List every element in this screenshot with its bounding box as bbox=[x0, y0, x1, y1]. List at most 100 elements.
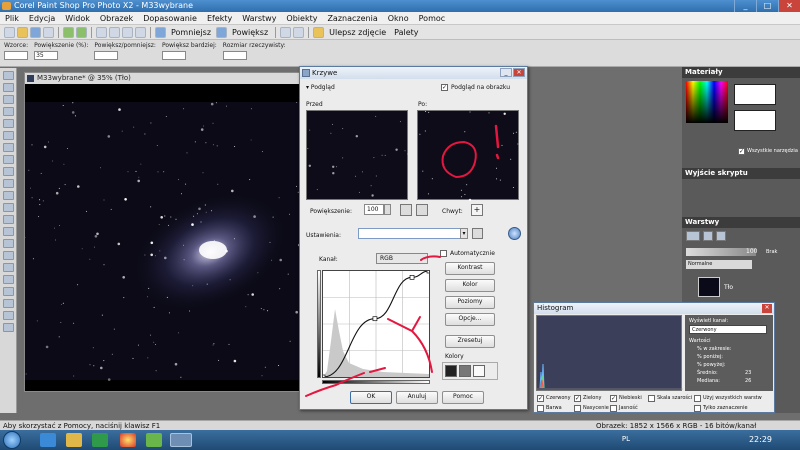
all-layers-checkbox[interactable] bbox=[694, 395, 701, 402]
paste-icon[interactable] bbox=[122, 26, 133, 38]
chrome-icon[interactable] bbox=[120, 433, 136, 447]
pen-tool-icon[interactable] bbox=[3, 275, 14, 284]
delete-icon[interactable] bbox=[135, 26, 146, 38]
zoom-in-out-buttons[interactable] bbox=[94, 51, 119, 60]
close-button[interactable]: ✕ bbox=[778, 0, 800, 12]
grayscale-checkbox[interactable] bbox=[648, 395, 655, 402]
menu-help[interactable]: Pomoc bbox=[414, 12, 451, 25]
in-range-label: % w zakresie: bbox=[697, 346, 732, 352]
presets-label: Wzorce: bbox=[4, 42, 29, 49]
straighten-tool-icon[interactable] bbox=[3, 143, 14, 152]
browser-icon[interactable] bbox=[40, 433, 56, 447]
language-indicator[interactable]: PL bbox=[622, 435, 630, 443]
minimize-button[interactable]: _ bbox=[734, 0, 756, 12]
menu-objects[interactable]: Obiekty bbox=[281, 12, 322, 25]
presets-dropdown[interactable] bbox=[4, 51, 28, 60]
zoom-out-button[interactable]: Pomniejsz bbox=[168, 28, 214, 37]
open-folder-icon[interactable] bbox=[17, 26, 28, 38]
new-file-icon[interactable] bbox=[4, 26, 15, 38]
saturation-checkbox[interactable] bbox=[574, 405, 581, 412]
histogram-title-bar[interactable]: Histogram ✕ bbox=[534, 303, 774, 314]
text-tool-icon[interactable] bbox=[3, 251, 14, 260]
zoom-in-out-label: Powiększ/pomniejsz: bbox=[94, 42, 156, 49]
all-tools-label: Wszystkie narzędzia bbox=[747, 148, 798, 154]
delete-layer-icon[interactable] bbox=[716, 231, 726, 241]
selection-tool-icon[interactable] bbox=[3, 107, 14, 116]
messenger-icon[interactable] bbox=[146, 433, 162, 447]
cut-icon[interactable] bbox=[96, 26, 107, 38]
menu-window[interactable]: Okno bbox=[383, 12, 414, 25]
menu-bar: Plik Edycja Widok Obrazek Dopasowanie Ef… bbox=[0, 12, 800, 25]
image-canvas[interactable] bbox=[25, 84, 311, 391]
crop-tool-icon[interactable] bbox=[3, 131, 14, 140]
pan-tool-icon[interactable] bbox=[3, 71, 14, 80]
enhance-photo-button[interactable]: Ulepsz zdjęcie bbox=[326, 28, 389, 37]
paintshop-task-icon[interactable] bbox=[170, 433, 192, 447]
background-color-swatch[interactable] bbox=[734, 110, 776, 131]
menu-image[interactable]: Obrazek bbox=[95, 12, 138, 25]
view-icon[interactable] bbox=[280, 26, 292, 38]
start-button[interactable] bbox=[3, 431, 21, 449]
redo-icon[interactable] bbox=[76, 26, 87, 38]
makeover-tool-icon[interactable] bbox=[3, 167, 14, 176]
layer-thumbnail[interactable] bbox=[698, 277, 720, 297]
green-checkbox[interactable]: ✓ bbox=[574, 395, 581, 402]
zoom-more-button[interactable] bbox=[161, 51, 186, 60]
menu-layers[interactable]: Warstwy bbox=[237, 12, 281, 25]
menu-edit[interactable]: Edycja bbox=[24, 12, 60, 25]
shape-tool-icon[interactable] bbox=[3, 263, 14, 272]
menu-adjust[interactable]: Dopasowanie bbox=[138, 12, 202, 25]
pick-tool-icon[interactable] bbox=[3, 83, 14, 92]
menu-effects[interactable]: Efekty bbox=[202, 12, 237, 25]
hue-checkbox[interactable] bbox=[537, 405, 544, 412]
clone-tool-icon[interactable] bbox=[3, 179, 14, 188]
menu-file[interactable]: Plik bbox=[0, 12, 24, 25]
smart-carver-icon[interactable] bbox=[3, 323, 14, 332]
mesh-warp-icon[interactable] bbox=[3, 299, 14, 308]
new-layer-icon[interactable] bbox=[686, 231, 700, 241]
save-icon[interactable] bbox=[30, 26, 41, 38]
paint-brush-icon[interactable] bbox=[3, 191, 14, 200]
red-eye-tool-icon[interactable] bbox=[3, 155, 14, 164]
lighten-darken-icon[interactable] bbox=[3, 215, 14, 224]
app-icon bbox=[2, 2, 11, 10]
fill-tool-icon[interactable] bbox=[3, 239, 14, 248]
blue-label: Niebieski bbox=[619, 395, 642, 401]
all-tools-checkbox[interactable]: ✓ bbox=[738, 148, 745, 155]
red-checkbox[interactable]: ✓ bbox=[537, 395, 544, 402]
folder-icon[interactable] bbox=[66, 433, 82, 447]
undo-icon[interactable] bbox=[63, 26, 74, 38]
zoom-percent-label: Powiększenie (%): bbox=[34, 42, 89, 49]
zoom-out-icon[interactable] bbox=[155, 26, 166, 38]
menu-selections[interactable]: Zaznaczenia bbox=[322, 12, 382, 25]
actual-size-button[interactable] bbox=[222, 51, 247, 60]
enhance-photo-icon[interactable] bbox=[313, 26, 325, 38]
menu-view[interactable]: Widok bbox=[60, 12, 95, 25]
eraser-tool-icon[interactable] bbox=[3, 227, 14, 236]
media-icon[interactable] bbox=[92, 433, 108, 447]
layer-options-icon[interactable] bbox=[703, 231, 713, 241]
airbrush-icon[interactable] bbox=[3, 203, 14, 212]
blend-mode-dropdown[interactable]: Normalne bbox=[686, 260, 752, 269]
foreground-color-swatch[interactable] bbox=[734, 84, 776, 105]
recolor-tool-icon[interactable] bbox=[3, 311, 14, 320]
zoom-in-button[interactable]: Powiększ bbox=[229, 28, 271, 37]
dropper-tool-icon[interactable] bbox=[3, 119, 14, 128]
layer-name[interactable]: Tło bbox=[724, 284, 733, 291]
clock[interactable]: 22:29 bbox=[749, 435, 772, 444]
zoom-percent-input[interactable]: 35 bbox=[34, 51, 59, 60]
maximize-button[interactable]: □ bbox=[756, 0, 778, 12]
warp-brush-icon[interactable] bbox=[3, 287, 14, 296]
palettes-button[interactable]: Palety bbox=[391, 28, 421, 37]
blue-checkbox[interactable]: ✓ bbox=[610, 395, 617, 402]
histogram-close-button[interactable]: ✕ bbox=[762, 304, 772, 313]
grid-icon[interactable] bbox=[293, 26, 305, 38]
show-channel-dropdown[interactable]: Czerwony bbox=[689, 325, 767, 334]
lightness-checkbox[interactable] bbox=[610, 405, 617, 412]
image-window-title[interactable]: M33wybrane* @ 35% (Tło) bbox=[25, 73, 311, 84]
move-tool-icon[interactable] bbox=[3, 95, 14, 104]
copy-icon[interactable] bbox=[109, 26, 120, 38]
selection-only-checkbox[interactable] bbox=[694, 405, 701, 412]
print-icon[interactable] bbox=[43, 26, 54, 38]
zoom-in-icon[interactable] bbox=[216, 26, 228, 38]
